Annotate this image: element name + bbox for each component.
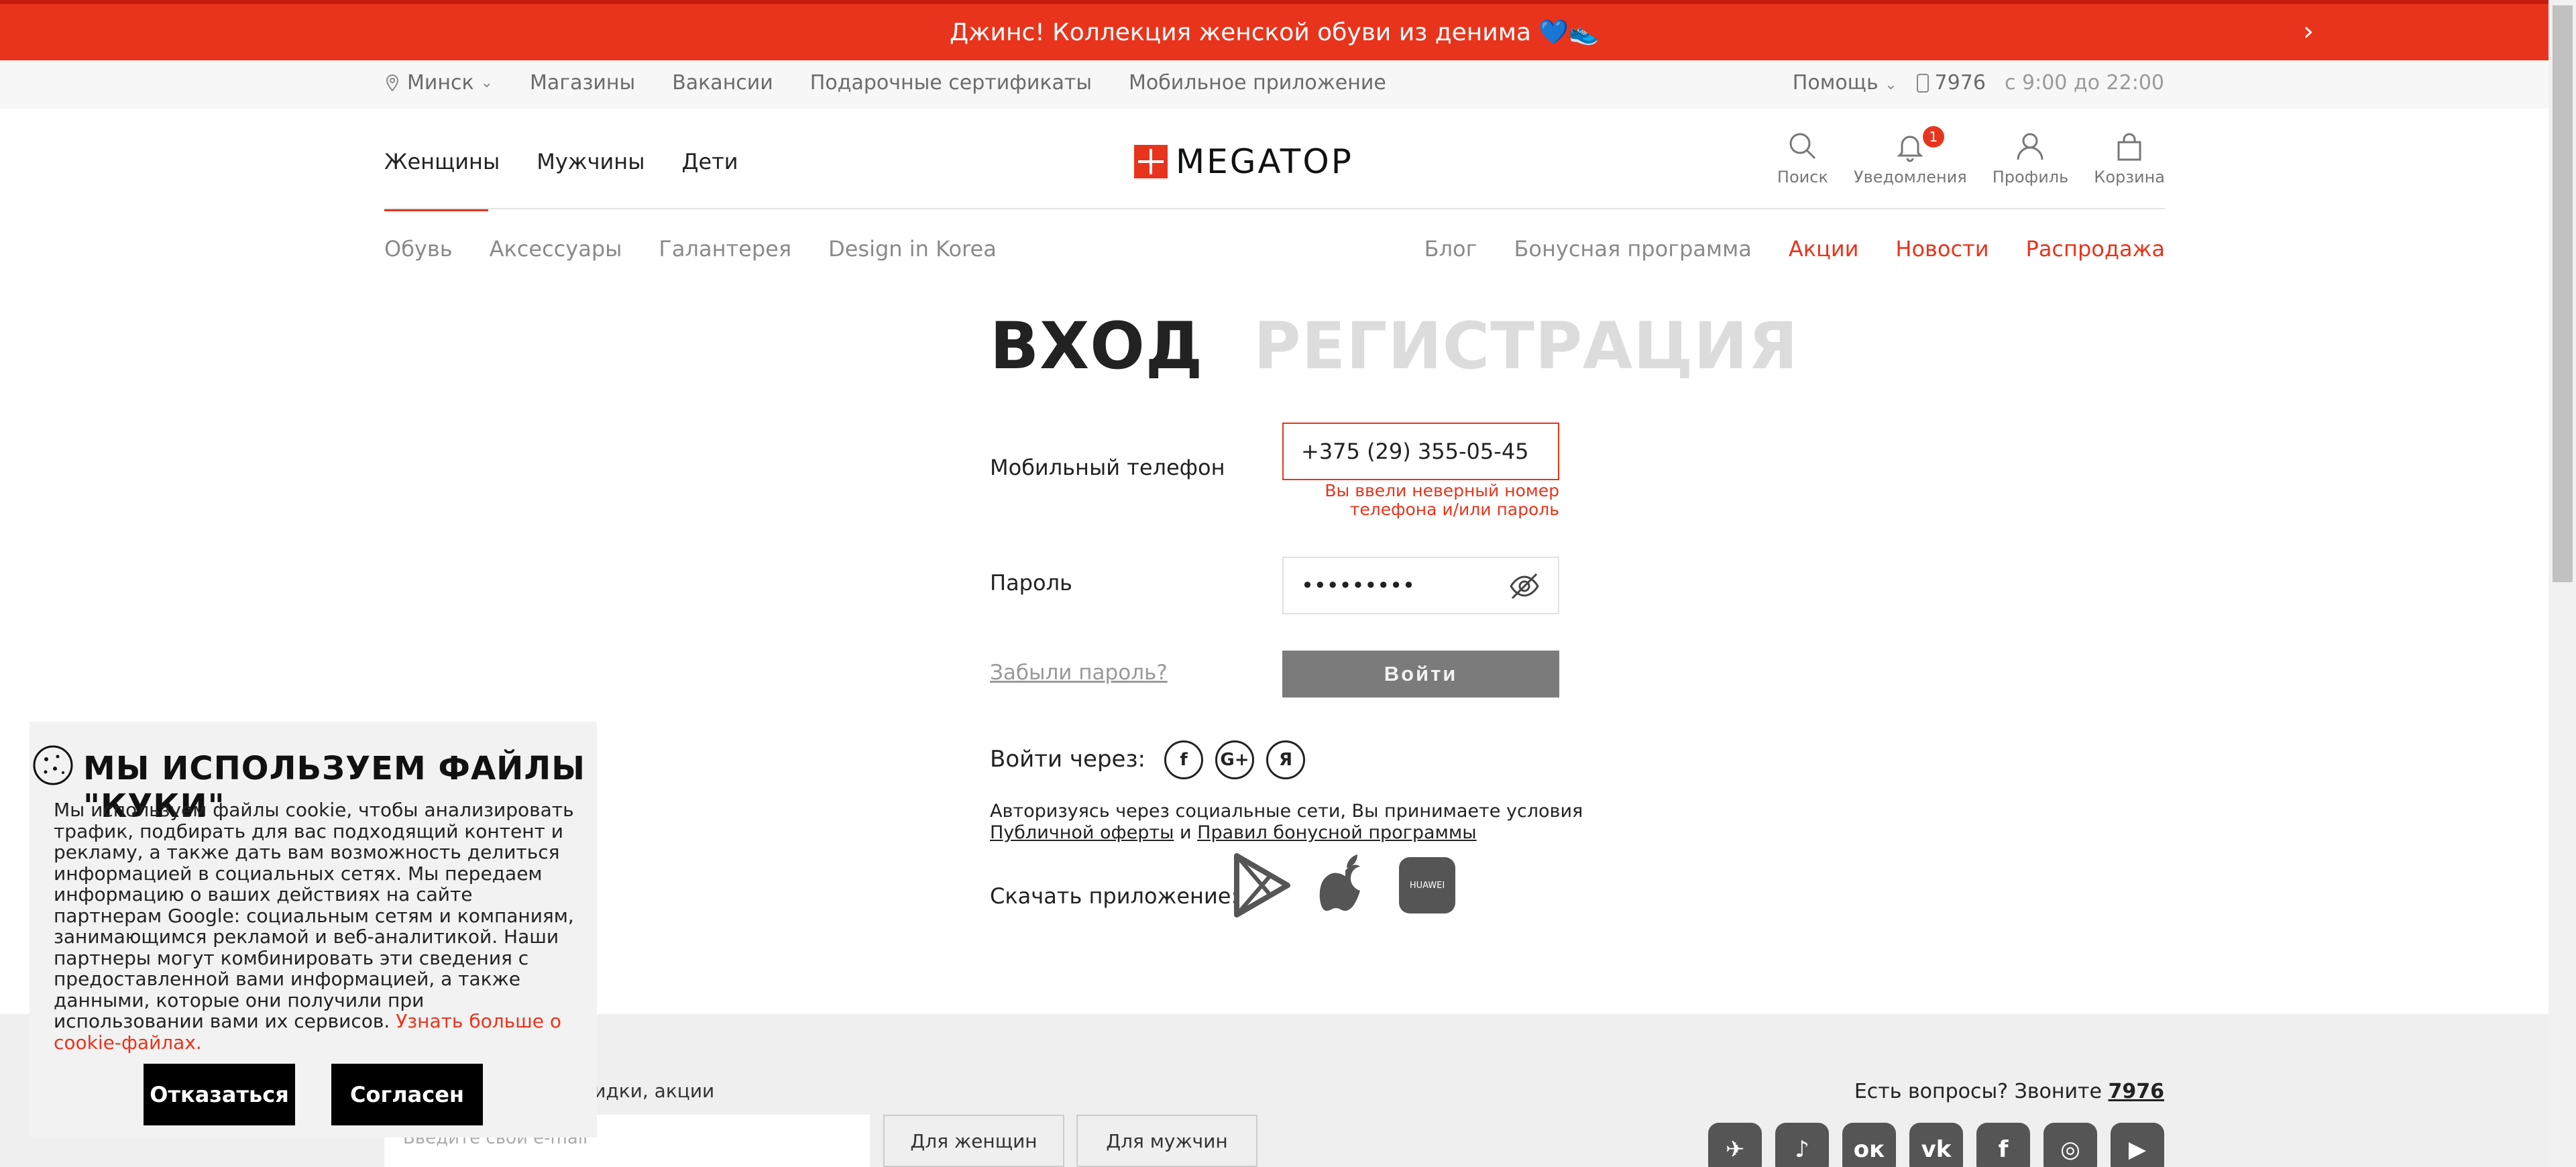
link-mobile-app[interactable]: Мобильное приложение — [1129, 71, 1386, 95]
link-stores[interactable]: Магазины — [530, 71, 635, 95]
phone-label: Мобильный телефон — [990, 455, 1225, 480]
cookie-body: Мы используем файлы cookie, чтобы анализ… — [54, 799, 577, 1053]
terms-text: Авторизуясь через социальные сети, Вы пр… — [990, 801, 1583, 844]
google-play-icon[interactable] — [1233, 852, 1292, 919]
questions-text: Есть вопросы? Звоните 7976 — [1854, 1080, 2164, 1103]
cat-accessories[interactable]: Аксессуары — [490, 236, 622, 262]
tab-register[interactable]: РЕГИСТРАЦИЯ — [1253, 309, 1798, 384]
terms-prefix: Авторизуясь через социальные сети, Вы пр… — [990, 801, 1583, 822]
chevron-down-icon: ⌄ — [480, 74, 494, 91]
link-news[interactable]: Новости — [1895, 236, 1989, 262]
city-name: Минск — [407, 71, 474, 95]
promo-next-icon[interactable]: › — [2303, 16, 2314, 47]
accept-button[interactable]: Согласен — [331, 1064, 483, 1125]
auth-tabs: ВХОД РЕГИСТРАЦИЯ — [990, 309, 1799, 384]
phone-number: 7976 — [1934, 71, 1986, 95]
search-icon — [1789, 133, 1815, 160]
utility-bar: Минск ⌄ Магазины Вакансии Подарочные сер… — [0, 60, 2549, 109]
link-bonus[interactable]: Бонусная программа — [1514, 236, 1751, 262]
link-promotions[interactable]: Акции — [1789, 236, 1859, 262]
location-pin-icon — [386, 74, 399, 92]
link-vacancies[interactable]: Вакансии — [672, 71, 773, 95]
vk-icon[interactable]: vk — [1909, 1123, 1963, 1167]
subscribe-women-button[interactable]: Для женщин — [883, 1115, 1064, 1167]
huawei-appgallery-icon[interactable]: HUAWEI — [1399, 857, 1455, 913]
help-menu[interactable]: Помощь ⌄ — [1793, 71, 1897, 95]
working-hours: с 9:00 до 22:00 — [2004, 71, 2164, 95]
telegram-icon[interactable]: ✈ — [1708, 1123, 1762, 1167]
help-label: Помощь — [1792, 71, 1879, 95]
scrollbar[interactable] — [2549, 0, 2576, 1167]
main-header: Женщины Мужчины Дети MEGATOP Поиск 1 Уве… — [384, 109, 2165, 211]
download-app-label: Скачать приложение: — [990, 883, 1239, 909]
footer-social-links: ✈ ♪ ок vk f ◎ ▶ — [1708, 1123, 2164, 1167]
offer-link[interactable]: Публичной оферты — [990, 822, 1174, 843]
link-gift-cards[interactable]: Подарочные сертификаты — [810, 71, 1092, 95]
decline-button[interactable]: Отказаться — [144, 1064, 295, 1125]
notifications-button[interactable]: 1 Уведомления — [1853, 126, 1967, 186]
tiktok-icon[interactable]: ♪ — [1775, 1123, 1829, 1167]
link-blog[interactable]: Блог — [1424, 236, 1477, 262]
notifications-badge: 1 — [1922, 126, 1944, 148]
cat-shoes[interactable]: Обувь — [384, 236, 453, 262]
terms-and: и — [1179, 822, 1192, 843]
chevron-down-icon: ⌄ — [1885, 76, 1897, 93]
error-message: Вы ввели неверный номер телефона и/или п… — [1325, 481, 1559, 519]
yandex-icon[interactable]: Я — [1266, 740, 1305, 779]
phone-icon — [1916, 73, 1929, 93]
footer-phone-link[interactable]: 7976 — [2109, 1080, 2165, 1103]
promo-banner[interactable]: Джинс! Коллекция женской обуви из денима… — [0, 0, 2549, 60]
bonus-rules-link[interactable]: Правил бонусной программы — [1197, 822, 1476, 843]
logo[interactable]: MEGATOP — [1134, 142, 1353, 181]
login-button[interactable]: Войти — [1282, 651, 1559, 698]
search-label: Поиск — [1777, 168, 1828, 186]
tab-login[interactable]: ВХОД — [990, 309, 1203, 384]
facebook-icon[interactable]: f — [1164, 740, 1203, 779]
search-button[interactable]: Поиск — [1777, 129, 1828, 186]
profile-label: Профиль — [1992, 168, 2069, 186]
link-sale[interactable]: Распродажа — [2026, 236, 2165, 262]
social-login-label: Войти через: — [990, 746, 1145, 773]
app-stores: HUAWEI — [1233, 852, 1455, 919]
notifications-label: Уведомления — [1853, 168, 1967, 186]
password-value: ••••••••• — [1301, 573, 1415, 598]
password-label: Пароль — [990, 570, 1072, 596]
nav-men[interactable]: Мужчины — [537, 149, 645, 174]
phone-input[interactable]: +375 (29) 355-05-45 — [1282, 423, 1559, 480]
password-input[interactable]: ••••••••• — [1282, 557, 1559, 614]
nav-kids[interactable]: Дети — [681, 149, 738, 174]
bag-icon — [2117, 133, 2141, 161]
eye-off-icon[interactable] — [1508, 571, 1541, 601]
questions-label: Есть вопросы? Звоните — [1854, 1080, 2102, 1103]
nav-women[interactable]: Женщины — [384, 149, 500, 211]
promo-text: Джинс! Коллекция женской обуви из денима… — [949, 19, 1600, 46]
cookie-popup: МЫ ИСПОЛЬЗУЕМ ФАЙЛЫ "КУКИ" Мы используем… — [30, 722, 597, 1137]
cart-button[interactable]: Корзина — [2094, 129, 2165, 186]
cat-design-korea[interactable]: Design in Korea — [828, 236, 997, 262]
apple-icon[interactable] — [1316, 852, 1375, 919]
cart-label: Корзина — [2094, 168, 2165, 186]
scrollbar-thumb[interactable] — [2553, 5, 2573, 582]
subscribe-men-button[interactable]: Для мужчин — [1076, 1115, 1257, 1167]
instagram-icon[interactable]: ◎ — [2043, 1123, 2097, 1167]
facebook-icon[interactable]: f — [1976, 1123, 2030, 1167]
header-icons: Поиск 1 Уведомления Профиль Корзина — [1777, 126, 2165, 186]
gender-nav: Женщины Мужчины Дети — [384, 149, 738, 211]
youtube-icon[interactable]: ▶ — [2111, 1123, 2164, 1167]
social-login-buttons: f G+ Я — [1164, 740, 1305, 779]
phone-link[interactable]: 7976 — [1916, 71, 1986, 95]
cat-haberdashery[interactable]: Галантерея — [659, 236, 791, 262]
odnoklassniki-icon[interactable]: ок — [1842, 1123, 1896, 1167]
google-plus-icon[interactable]: G+ — [1215, 740, 1254, 779]
logo-text: MEGATOP — [1176, 142, 1353, 181]
cookie-text: Мы используем файлы cookie, чтобы анализ… — [54, 799, 574, 1032]
profile-button[interactable]: Профиль — [1992, 129, 2069, 186]
user-icon — [2017, 133, 2043, 160]
city-selector[interactable]: Минск ⌄ — [384, 71, 493, 95]
cookie-icon — [33, 745, 73, 785]
logo-mark-icon — [1134, 145, 1168, 178]
forgot-password-link[interactable]: Забыли пароль? — [990, 661, 1168, 685]
